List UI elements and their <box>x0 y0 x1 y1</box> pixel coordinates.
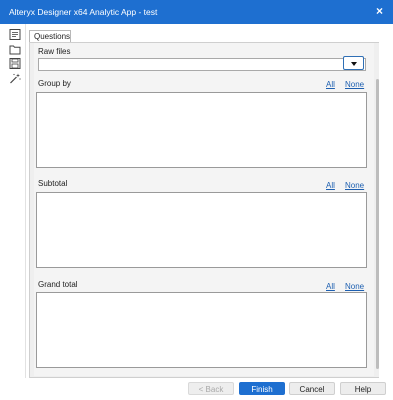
group-by-all-link[interactable]: All <box>326 80 335 89</box>
sidebar <box>0 24 26 400</box>
window-title: Alteryx Designer x64 Analytic App - test <box>9 7 158 17</box>
folder-icon[interactable] <box>9 44 21 55</box>
subtotal-label: Subtotal <box>38 179 68 188</box>
grand-total-none-link[interactable]: None <box>345 282 364 291</box>
magic-wand-icon[interactable] <box>9 73 21 84</box>
subtotal-none-link[interactable]: None <box>345 181 364 190</box>
grand-total-list[interactable] <box>36 292 367 368</box>
questions-icon[interactable] <box>9 29 21 40</box>
close-icon[interactable]: × <box>376 4 383 18</box>
raw-files-label: Raw files <box>38 47 71 56</box>
back-button[interactable]: < Back <box>188 382 234 395</box>
finish-button[interactable]: Finish <box>239 382 285 395</box>
save-icon[interactable] <box>9 58 21 69</box>
cancel-button[interactable]: Cancel <box>289 382 335 395</box>
scrollbar-thumb[interactable] <box>376 79 379 369</box>
group-by-list[interactable] <box>36 92 367 168</box>
help-button[interactable]: Help <box>340 382 386 395</box>
grand-total-label: Grand total <box>38 280 78 289</box>
subtotal-all-link[interactable]: All <box>326 181 335 190</box>
group-by-label: Group by <box>38 79 71 88</box>
subtotal-list[interactable] <box>36 192 367 268</box>
raw-files-dropdown-button[interactable] <box>343 56 364 70</box>
title-bar: Alteryx Designer x64 Analytic App - test… <box>0 0 393 24</box>
raw-files-input[interactable] <box>38 58 366 71</box>
grand-total-all-link[interactable]: All <box>326 282 335 291</box>
group-by-none-link[interactable]: None <box>345 80 364 89</box>
chevron-down-icon <box>351 62 357 66</box>
tab-questions[interactable]: Questions <box>29 30 71 42</box>
